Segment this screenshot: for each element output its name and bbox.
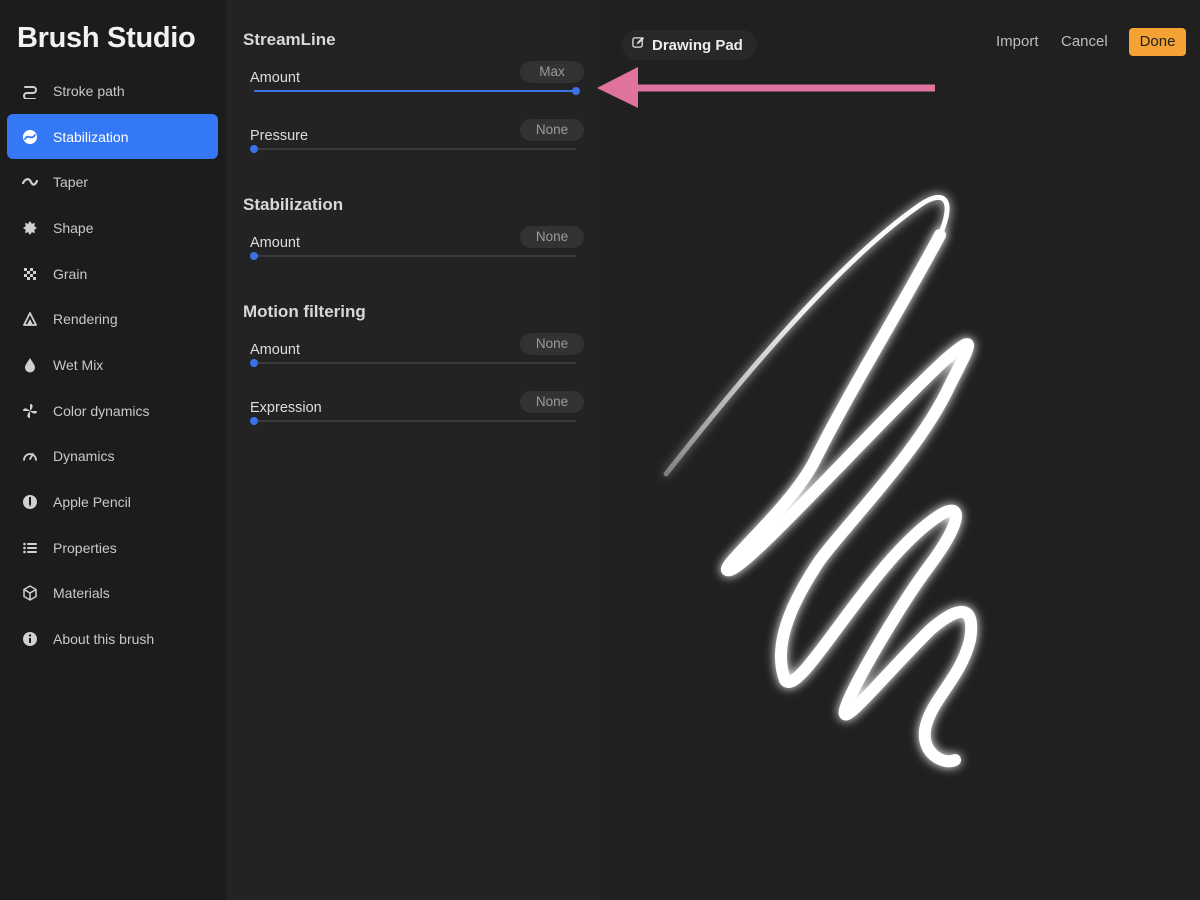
setting-label: Expression bbox=[250, 400, 322, 416]
slider-track[interactable] bbox=[250, 417, 576, 425]
sidebar-item-wet-mix[interactable]: Wet Mix bbox=[7, 342, 218, 388]
slider-track[interactable] bbox=[250, 252, 576, 260]
setting-label: Amount bbox=[250, 70, 300, 86]
setting-motion-filtering-amount: Amount None bbox=[250, 333, 584, 392]
slider-track[interactable] bbox=[250, 145, 576, 153]
rendering-icon bbox=[21, 310, 39, 328]
sidebar-item-about-this-brush[interactable]: About this brush bbox=[7, 616, 218, 662]
slider-track[interactable] bbox=[250, 359, 576, 367]
value-pill[interactable]: Max bbox=[520, 61, 584, 83]
stroke-path-icon bbox=[21, 82, 39, 100]
sidebar-item-rendering[interactable]: Rendering bbox=[7, 296, 218, 342]
setting-motion-filtering-expression: Expression None bbox=[250, 391, 584, 450]
section-title-stabilization: Stabilization bbox=[243, 195, 344, 214]
setting-streamline-pressure: Pressure None bbox=[250, 119, 584, 178]
value-pill[interactable]: None bbox=[520, 119, 584, 141]
value-pill[interactable]: None bbox=[520, 391, 584, 413]
value-pill[interactable]: None bbox=[520, 226, 584, 248]
stabilization-icon bbox=[21, 128, 39, 146]
sidebar-item-label: Taper bbox=[53, 174, 89, 191]
sidebar-item-color-dynamics[interactable]: Color dynamics bbox=[7, 388, 218, 434]
color-dynamics-icon bbox=[21, 402, 39, 420]
sidebar-item-label: Stroke path bbox=[53, 82, 125, 99]
sidebar-item-label: Materials bbox=[53, 585, 110, 602]
sidebar-item-label: Dynamics bbox=[53, 448, 115, 465]
sidebar-item-label: Color dynamics bbox=[53, 402, 150, 419]
materials-icon bbox=[21, 584, 39, 602]
sidebar-nav: Stroke path Stabilization Taper Shape Grain R… bbox=[7, 68, 218, 662]
stroke-body bbox=[721, 229, 978, 768]
slider-knob[interactable] bbox=[572, 87, 580, 95]
import-button[interactable]: Import bbox=[996, 33, 1039, 50]
drawing-pad-title-label: Drawing Pad bbox=[652, 36, 743, 54]
slider-knob[interactable] bbox=[250, 417, 258, 425]
setting-label: Pressure bbox=[250, 128, 309, 144]
dynamics-icon bbox=[21, 447, 39, 465]
properties-icon bbox=[21, 539, 39, 557]
slider-track[interactable] bbox=[254, 87, 580, 95]
sidebar-item-taper[interactable]: Taper bbox=[7, 159, 218, 205]
settings-panel: StreamLine Amount Max Pressure None Stab… bbox=[226, 0, 600, 900]
brush-stroke-preview bbox=[663, 194, 978, 768]
section-title-motion-filtering: Motion filtering bbox=[243, 302, 366, 321]
shape-icon bbox=[21, 219, 39, 237]
sidebar-item-label: About this brush bbox=[53, 631, 155, 648]
taper-icon bbox=[21, 173, 39, 191]
sidebar: Brush Studio Stroke path Stabilization Tap… bbox=[0, 0, 226, 900]
sidebar-item-label: Apple Pencil bbox=[53, 494, 131, 511]
sidebar-item-dynamics[interactable]: Dynamics bbox=[7, 434, 218, 480]
slider-knob[interactable] bbox=[250, 359, 258, 367]
setting-label: Amount bbox=[250, 342, 300, 358]
app-title: Brush Studio bbox=[17, 22, 196, 54]
setting-streamline-amount: Amount Max bbox=[250, 61, 584, 120]
sidebar-item-materials[interactable]: Materials bbox=[7, 571, 218, 617]
setting-label: Amount bbox=[250, 235, 300, 251]
sidebar-item-label: Properties bbox=[53, 539, 117, 556]
about-icon bbox=[21, 630, 39, 648]
sidebar-item-shape[interactable]: Shape bbox=[7, 205, 218, 251]
cancel-button[interactable]: Cancel bbox=[1061, 33, 1108, 50]
sidebar-item-label: Wet Mix bbox=[53, 356, 104, 373]
sidebar-item-label: Shape bbox=[53, 219, 94, 236]
sidebar-item-grain[interactable]: Grain bbox=[7, 251, 218, 297]
slider-knob[interactable] bbox=[250, 145, 258, 153]
slider-knob[interactable] bbox=[250, 252, 258, 260]
grain-icon bbox=[21, 265, 39, 283]
sidebar-item-stroke-path[interactable]: Stroke path bbox=[7, 68, 218, 114]
slider-fill bbox=[254, 90, 576, 92]
sidebar-item-apple-pencil[interactable]: Apple Pencil bbox=[7, 479, 218, 525]
edit-icon bbox=[632, 36, 645, 54]
done-button[interactable]: Done bbox=[1129, 28, 1186, 56]
drawing-pad-title[interactable]: Drawing Pad bbox=[622, 30, 757, 60]
value-pill[interactable]: None bbox=[520, 333, 584, 355]
drawing-pad[interactable]: Drawing Pad Import Cancel Done bbox=[600, 0, 1200, 900]
wet-mix-icon bbox=[21, 356, 39, 374]
apple-pencil-icon bbox=[21, 493, 39, 511]
sidebar-item-label: Grain bbox=[53, 265, 88, 282]
section-title-streamline: StreamLine bbox=[243, 30, 336, 49]
setting-stabilization-amount: Amount None bbox=[250, 226, 584, 285]
sidebar-item-label: Stabilization bbox=[53, 128, 129, 145]
sidebar-item-stabilization[interactable]: Stabilization bbox=[7, 113, 218, 160]
sidebar-item-label: Rendering bbox=[53, 311, 118, 328]
sidebar-item-properties[interactable]: Properties bbox=[7, 525, 218, 571]
stroke-tail bbox=[663, 194, 950, 477]
